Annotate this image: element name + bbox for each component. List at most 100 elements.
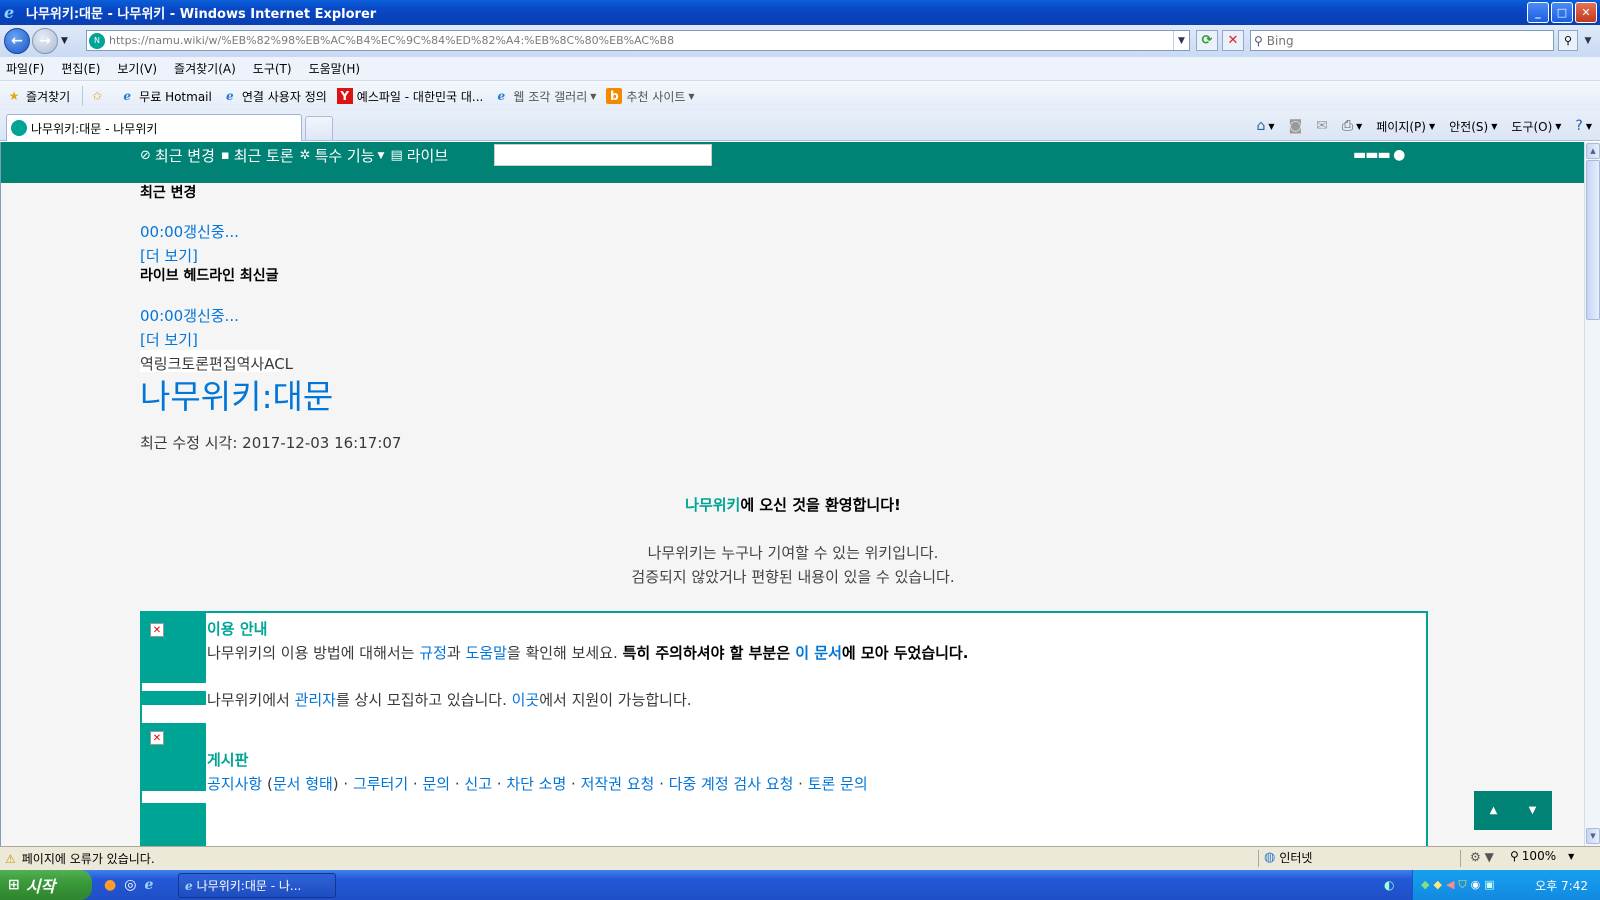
scroll-top-button[interactable]: ▲ <box>1474 791 1513 830</box>
recent-more-link[interactable]: [더 보기] <box>140 245 198 266</box>
scroll-down-arrow-icon[interactable]: ▼ <box>1586 828 1600 844</box>
nav-special[interactable]: ✲ 특수 기능 ▼ <box>300 145 385 166</box>
taskbar-ie-window[interactable]: e 나무위키:대문 - 나... <box>178 873 336 898</box>
scroll-up-arrow-icon[interactable]: ▲ <box>1586 143 1600 159</box>
network-icon[interactable]: ◆ <box>1421 878 1429 892</box>
site-favicon <box>11 120 27 136</box>
welcome-namuwiki[interactable]: 나무위키 <box>685 496 740 514</box>
scroll-bottom-button[interactable]: ▼ <box>1513 791 1552 830</box>
fav-hotmail[interactable]: e 무료 Hotmail <box>119 88 212 105</box>
board-link-multi-account[interactable]: 다중 계정 검사 요청 <box>669 775 794 793</box>
board-link-copyright[interactable]: 저작권 요청 <box>581 775 655 793</box>
fav-webslice-gallery[interactable]: e 웹 조각 갤러리 ▼ <box>493 88 597 105</box>
language-bar-icon[interactable]: ◐ <box>1384 878 1394 892</box>
url-dropdown-icon[interactable]: ▼ <box>1173 31 1189 50</box>
feeds-button[interactable]: ◙ <box>1289 118 1303 134</box>
page-menu[interactable]: 페이지(P) ▼ <box>1376 118 1435 135</box>
usage-text: 나무위키의 이용 방법에 대해서는 규정과 도움말을 확인해 보세요. 특히 주… <box>207 642 968 663</box>
scroll-thumb[interactable] <box>1586 160 1600 320</box>
fav-customize[interactable]: e 연결 사용자 정의 <box>222 88 327 105</box>
update-icon[interactable]: ◉ <box>1471 878 1481 892</box>
url-host: https://namu.wiki <box>109 34 205 47</box>
rules-link[interactable]: 규정 <box>419 644 447 662</box>
quick-launch: ● ◎ e <box>104 877 153 893</box>
menu-favorites[interactable]: 즐겨찾기(A) <box>174 60 236 77</box>
menu-view[interactable]: 보기(V) <box>117 60 157 77</box>
board-links: 공지사항 (문서 형태) · 그루터기 · 문의 · 신고 · 차단 소명 · … <box>207 775 868 793</box>
volume-icon[interactable]: ◀ <box>1446 878 1454 892</box>
ie-icon: e <box>123 89 131 103</box>
board-link-inquiry[interactable]: 문의 <box>422 775 450 793</box>
menu-file[interactable]: 파일(F) <box>6 60 44 77</box>
search-icon: ⚲ <box>1254 33 1263 48</box>
status-divider <box>1460 850 1461 867</box>
board-link-notice[interactable]: 공지사항 <box>207 775 262 793</box>
globe-icon: ◍ <box>1264 850 1276 865</box>
fav-suggested-sites[interactable]: b 추천 사이트 ▼ <box>606 88 695 105</box>
wiki-search-input[interactable] <box>494 144 712 166</box>
search-input[interactable] <box>1266 33 1517 48</box>
search-options-icon[interactable]: ▼ <box>1580 30 1596 51</box>
board-link-doc-format[interactable]: 문서 형태 <box>273 775 333 793</box>
back-button[interactable]: ← <box>4 28 30 54</box>
add-favorite-button[interactable]: ✩ <box>89 88 109 104</box>
favorites-button[interactable]: ★ 즐겨찾기 <box>6 88 71 105</box>
vertical-scrollbar[interactable]: ▲ ▼ <box>1584 142 1600 846</box>
forward-button[interactable]: → <box>32 28 58 54</box>
tools-menu[interactable]: 도구(O) ▼ <box>1511 118 1561 135</box>
display-icon[interactable]: ▣ <box>1484 878 1494 892</box>
firefox-icon[interactable]: ● <box>104 877 116 893</box>
board-link-discuss-inquiry[interactable]: 토론 문의 <box>808 775 868 793</box>
clock[interactable]: 오후 7:42 <box>1535 877 1588 894</box>
warning-icon[interactable]: ⚠ <box>5 852 16 866</box>
url-text[interactable]: https://namu.wiki/w/%EB%82%98%EB%AC%B4%E… <box>109 34 674 47</box>
nav-live[interactable]: ▤ 라이브 <box>390 145 448 166</box>
help-link[interactable]: 도움말 <box>465 644 506 662</box>
protected-mode-icon[interactable]: ⚙ ▼ <box>1470 850 1494 864</box>
zoom-level[interactable]: ⚲ 100% ▼ <box>1510 849 1574 863</box>
help-button[interactable]: ? ▼ <box>1575 118 1592 134</box>
new-tab-button[interactable] <box>305 116 333 140</box>
status-bar: ⚠ 페이지에 오류가 있습니다. ◍ 인터넷 ⚙ ▼ ⚲ 100% ▼ <box>0 846 1600 870</box>
history-dropdown-icon[interactable]: ▼ <box>61 36 68 46</box>
url-field[interactable]: N https://namu.wiki/w/%EB%82%98%EB%AC%B4… <box>86 30 1190 51</box>
board-link-report[interactable]: 신고 <box>464 775 492 793</box>
refresh-button[interactable]: ⟳ <box>1196 30 1218 51</box>
favorites-label: 즐겨찾기 <box>26 89 71 104</box>
home-button[interactable]: ⌂ ▼ <box>1257 118 1275 134</box>
menu-help[interactable]: 도움말(H) <box>309 60 361 77</box>
nav-recent-changes[interactable]: ⊘ 최근 변경 <box>140 145 215 166</box>
search-go-button[interactable]: ⚲ <box>1558 30 1578 51</box>
start-button[interactable]: ⊞ 시작 <box>0 870 92 900</box>
board-link-stump[interactable]: 그루터기 <box>353 775 408 793</box>
menu-edit[interactable]: 편집(E) <box>61 60 100 77</box>
security-icon[interactable]: ◆ <box>1433 878 1441 892</box>
tab-namuwiki[interactable]: 나무위키:대문 - 나무위키 <box>6 114 302 141</box>
system-tray: ◆ ◆ ◀ ⛉ ◉ ▣ 오후 7:42 <box>1412 870 1600 900</box>
user-menu-icon[interactable]: ▬▬▬ ● <box>1353 147 1405 163</box>
apply-here-link[interactable]: 이곳 <box>512 691 540 709</box>
board-link-block-appeal[interactable]: 차단 소명 <box>506 775 566 793</box>
ie-icon[interactable]: e <box>144 877 153 893</box>
fav-yesfile[interactable]: Y 예스파일 - 대한민국 대... <box>336 88 483 105</box>
maximize-button[interactable]: □ <box>1551 2 1573 23</box>
live-more-link[interactable]: [더 보기] <box>140 329 198 350</box>
search-box[interactable]: ⚲ <box>1250 30 1554 51</box>
show-desktop-icon[interactable]: ◎ <box>124 877 136 893</box>
shield-icon[interactable]: ⛉ <box>1458 878 1466 892</box>
nav-recent-discuss[interactable]: ▪ 최근 토론 <box>221 145 294 166</box>
ie-icon: e <box>4 2 15 22</box>
status-message[interactable]: 페이지에 오류가 있습니다. <box>22 850 155 867</box>
stop-button[interactable]: ✕ <box>1222 30 1244 51</box>
safety-menu[interactable]: 안전(S) ▼ <box>1449 118 1497 135</box>
close-button[interactable]: ✕ <box>1575 2 1597 23</box>
window-titlebar: e 나무위키:대문 - 나무위키 - Windows Internet Expl… <box>0 0 1600 25</box>
security-zone[interactable]: ◍ 인터넷 <box>1264 849 1312 866</box>
menu-tools[interactable]: 도구(T) <box>253 60 292 77</box>
start-label: 시작 <box>25 877 56 896</box>
mail-button[interactable]: ✉ <box>1316 118 1328 134</box>
print-button[interactable]: ⎙ ▼ <box>1342 118 1362 134</box>
minimize-button[interactable]: _ <box>1527 2 1549 23</box>
admin-link[interactable]: 관리자 <box>295 691 336 709</box>
this-doc-link[interactable]: 이 문서 <box>795 644 842 662</box>
